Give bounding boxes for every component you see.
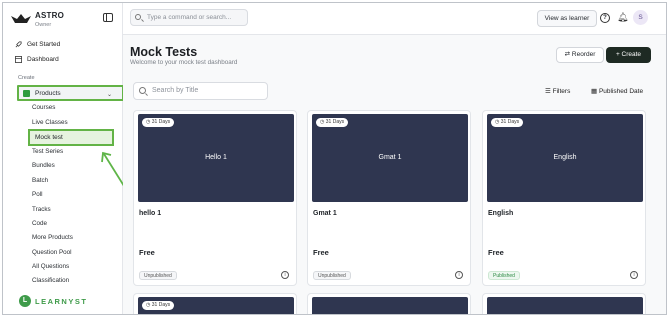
card-price: Free — [313, 248, 329, 257]
sidebar-subitem-tracks[interactable]: Tracks — [32, 206, 51, 213]
bell-icon[interactable]: 🔔︎ — [617, 12, 628, 23]
footer-brand-name: LEARNYST — [35, 296, 88, 306]
dashboard-icon — [15, 56, 22, 63]
sidebar-subitem-classification[interactable]: Classification — [32, 277, 69, 284]
sidebar-subitem-test-series[interactable]: Test Series — [32, 148, 63, 155]
view-as-learner-button[interactable]: View as learner — [537, 10, 597, 27]
info-icon[interactable]: i — [630, 271, 638, 279]
sidebar-subitem-bundles[interactable]: Bundles — [32, 162, 55, 169]
footer-brand: L LEARNYST — [19, 295, 87, 307]
app-window: ASTRO Owner Get Started Dashboard Create… — [2, 2, 667, 315]
status-badge: Unpublished — [139, 271, 177, 280]
validity-text: 31 Days — [500, 119, 520, 125]
section-label-create: Create — [18, 75, 35, 81]
sort-label: Published Date — [598, 88, 644, 95]
mock-test-card[interactable]: ◷ 31 Days — [133, 293, 297, 314]
thumbnail-title: Gmat 1 — [378, 154, 402, 161]
mock-test-card[interactable]: ◷ 31 Days Hello 1 hello 1 Free Unpublish… — [133, 110, 297, 286]
card-title: hello 1 — [139, 210, 162, 217]
avatar[interactable]: S — [633, 10, 648, 25]
search-input[interactable]: Search by Title — [133, 82, 268, 100]
sidebar-subitem-question-pool[interactable]: Question Pool — [32, 249, 72, 256]
validity-badge: ◷ 31 Days — [491, 118, 524, 127]
sidebar-subitem-live-classes[interactable]: Live Classes — [32, 119, 68, 126]
brand[interactable]: ASTRO Owner — [11, 9, 115, 33]
reorder-label: Reorder — [571, 51, 596, 58]
page-subtitle: Welcome to your mock test dashboard — [130, 59, 238, 66]
products-icon — [23, 89, 30, 97]
card-price: Free — [488, 248, 504, 257]
thumbnail-title: Hello 1 — [205, 154, 227, 161]
search-icon — [135, 14, 141, 20]
validity-text: 31 Days — [151, 302, 171, 308]
sidebar-item-label: Get Started — [27, 41, 61, 48]
sidebar-subitem-courses[interactable]: Courses — [32, 104, 55, 111]
validity-badge: ◷ 31 Days — [142, 301, 175, 310]
sort-published-date-button[interactable]: ▦ Published Date — [591, 87, 643, 95]
card-thumbnail: ◷ 31 Days — [138, 297, 294, 314]
validity-text: 31 Days — [151, 119, 171, 125]
command-search-input[interactable]: Type a command or search... — [130, 9, 248, 26]
validity-text: 31 Days — [325, 119, 345, 125]
thumbnail-title: English — [553, 154, 577, 161]
card-thumbnail: ◷ 31 Days Hello 1 — [138, 114, 294, 202]
brand-role: Owner — [35, 22, 52, 28]
status-badge: Published — [488, 271, 520, 280]
top-bar: Type a command or search... View as lear… — [123, 3, 666, 35]
page-title: Mock Tests — [130, 45, 198, 59]
filters-label: Filters — [552, 88, 571, 95]
reorder-icon: ⇄ — [564, 51, 571, 58]
main-content: Mock Tests Welcome to your mock test das… — [123, 35, 666, 314]
filter-icon: ☰ — [545, 88, 551, 95]
search-icon — [139, 87, 146, 94]
sidebar-collapse-icon[interactable] — [103, 13, 113, 22]
card-thumbnail — [312, 297, 468, 314]
card-thumbnail: ◷ 31 Days English — [487, 114, 643, 202]
info-icon[interactable]: i — [455, 271, 463, 279]
brand-name: ASTRO — [35, 11, 64, 20]
filters-button[interactable]: ☰ Filters — [545, 87, 570, 95]
sidebar-subitem-poll[interactable]: Poll — [32, 191, 43, 198]
help-icon[interactable]: ? — [600, 13, 610, 23]
mock-test-card[interactable]: ◷ 31 Days Gmat 1 Gmat 1 Free Unpublished… — [307, 110, 471, 286]
sidebar-subitem-all-questions[interactable]: All Questions — [32, 263, 69, 270]
chevron-down-icon: ⌄ — [106, 92, 112, 98]
sidebar-item-dashboard[interactable]: Dashboard — [15, 56, 59, 63]
sidebar-subitem-mock-test[interactable]: Mock test — [28, 129, 114, 146]
sidebar-subitem-code[interactable]: Code — [32, 220, 47, 227]
create-button[interactable]: + Create — [606, 47, 651, 63]
status-badge: Unpublished — [313, 271, 351, 280]
info-icon[interactable]: i — [281, 271, 289, 279]
card-price: Free — [139, 248, 155, 257]
sidebar-subitem-batch[interactable]: Batch — [32, 177, 48, 184]
astro-logo-icon — [11, 14, 31, 23]
reorder-button[interactable]: ⇄ Reorder — [556, 47, 604, 63]
mock-test-card[interactable] — [482, 293, 646, 314]
mock-test-card[interactable]: ◷ 31 Days English English Free Published… — [482, 110, 646, 286]
validity-badge: ◷ 31 Days — [142, 118, 175, 127]
sidebar-item-label: Dashboard — [27, 56, 59, 63]
card-thumbnail: ◷ 31 Days Gmat 1 — [312, 114, 468, 202]
mock-test-card[interactable] — [307, 293, 471, 314]
card-title: Gmat 1 — [313, 210, 337, 217]
calendar-icon: ▦ — [591, 88, 598, 95]
card-title: English — [488, 210, 514, 217]
card-thumbnail — [487, 297, 643, 314]
sidebar-item-get-started[interactable]: Get Started — [15, 41, 60, 48]
validity-badge: ◷ 31 Days — [316, 118, 349, 127]
learnyst-logo-icon: L — [19, 295, 31, 307]
rocket-icon — [15, 41, 22, 48]
sidebar-item-label: Products — [35, 89, 61, 97]
sidebar-subitem-more-products[interactable]: More Products — [32, 234, 73, 241]
sidebar-item-products[interactable]: Products ⌄ — [17, 85, 124, 101]
